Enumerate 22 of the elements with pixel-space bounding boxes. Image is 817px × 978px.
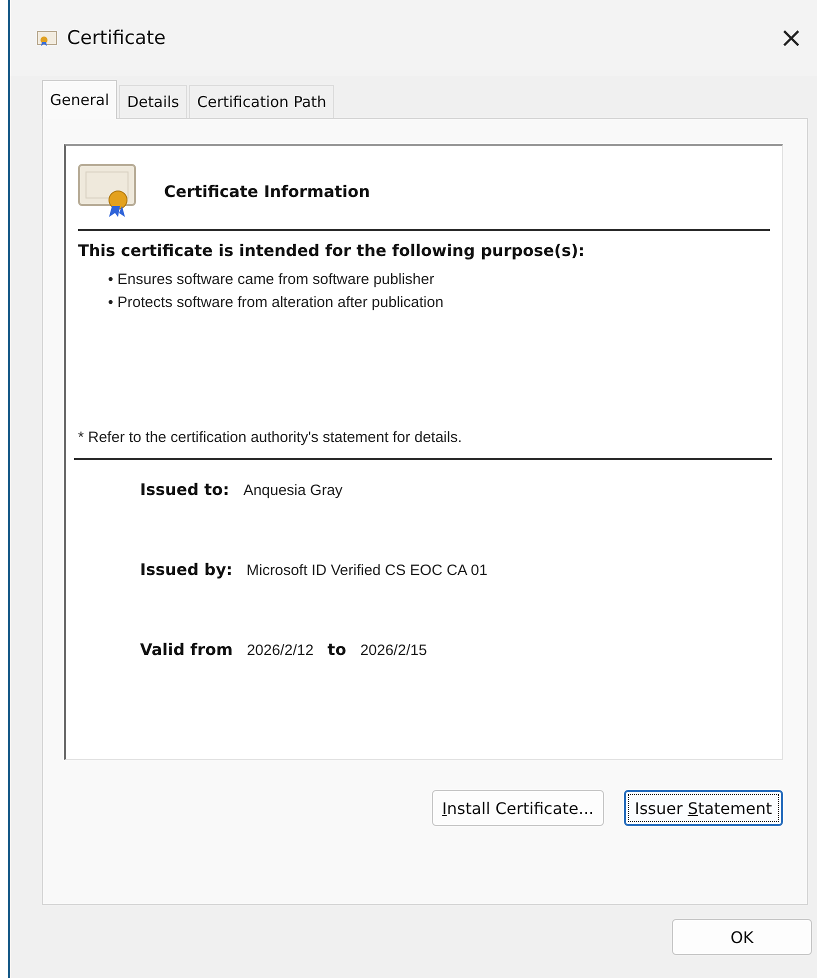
field-label: Issued to: — [140, 480, 230, 499]
note-text: * Refer to the certification authority's statement for details. — [78, 429, 463, 446]
field-label: to — [328, 640, 346, 659]
window-title: Certificate — [67, 27, 166, 49]
ok-button[interactable]: OK — [672, 919, 812, 955]
field-value: Anquesia Gray — [243, 482, 343, 499]
close-icon[interactable]: × — [780, 24, 803, 52]
date-value: 2026/2/15 — [360, 642, 427, 659]
field-label: Issued by: — [140, 560, 233, 579]
tab[interactable]: General — [42, 80, 118, 119]
field-label: Valid from — [140, 640, 233, 659]
purpose-heading: This certificate is intended for the following purpose(s): — [78, 241, 586, 260]
field-value: Microsoft ID Verified CS EOC CA 01 — [246, 562, 488, 579]
purpose-item: • Protects software from alteration after publication — [108, 293, 444, 313]
purpose-item: • Ensures software came from software publisher — [108, 270, 436, 290]
issuer-statement-button[interactable]: Issuer Statement — [624, 790, 783, 826]
date-value: 2026/2/12 — [246, 642, 314, 659]
tab[interactable]: Certification Path — [189, 85, 334, 118]
tab[interactable]: Details — [119, 85, 188, 118]
section-heading: Certificate Information — [164, 182, 370, 200]
certificate-icon — [37, 30, 57, 46]
install-certificate-button[interactable]: Install Certificate... — [432, 790, 604, 826]
